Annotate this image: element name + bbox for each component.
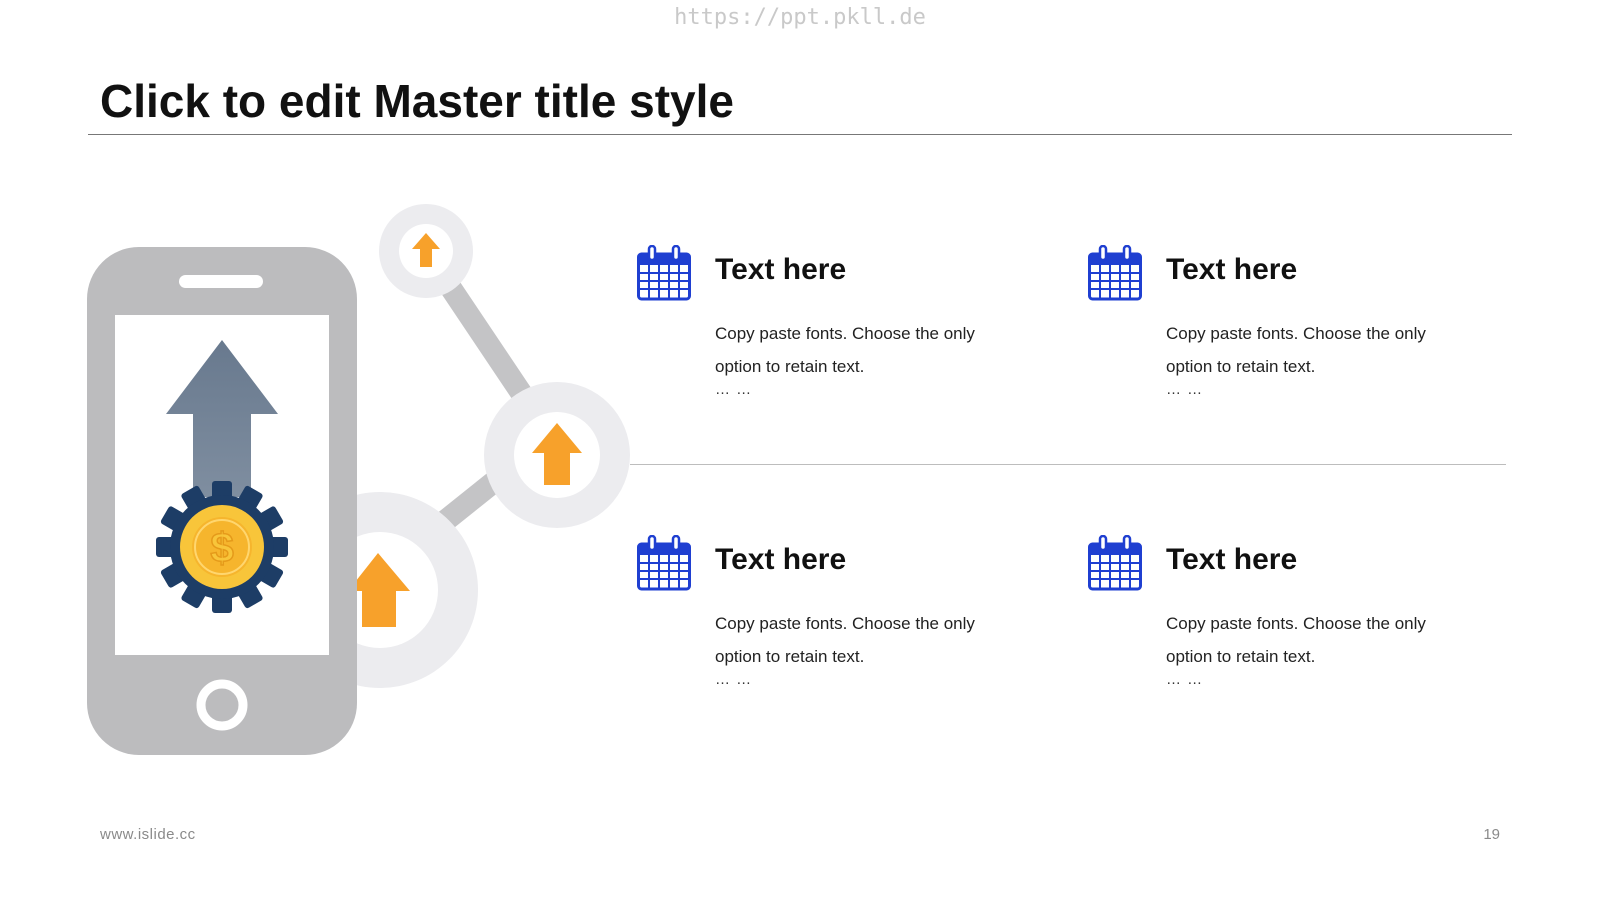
footer-website: www.islide.cc — [100, 826, 196, 843]
title-divider — [88, 134, 1512, 135]
item-ellipsis: … … — [715, 671, 753, 688]
text-item-3[interactable]: Text here Copy paste fonts. Choose the o… — [637, 535, 1037, 715]
calendar-icon — [637, 245, 691, 301]
item-ellipsis: … … — [1166, 671, 1204, 688]
item-body[interactable]: Copy paste fonts. Choose the only option… — [1166, 607, 1476, 673]
node-arrow-icon — [484, 382, 630, 528]
item-body[interactable]: Copy paste fonts. Choose the only option… — [715, 317, 1025, 383]
item-body[interactable]: Copy paste fonts. Choose the only option… — [1166, 317, 1476, 383]
item-heading[interactable]: Text here — [715, 253, 846, 287]
dollar-sign: $ — [210, 524, 233, 571]
illustration: $ — [87, 204, 630, 755]
slide-title[interactable]: Click to edit Master title style — [100, 74, 734, 128]
item-heading[interactable]: Text here — [1166, 253, 1297, 287]
item-heading[interactable]: Text here — [1166, 543, 1297, 577]
content-divider — [630, 464, 1506, 465]
calendar-icon — [1088, 245, 1142, 301]
calendar-icon — [1088, 535, 1142, 591]
text-item-2[interactable]: Text here Copy paste fonts. Choose the o… — [1088, 245, 1488, 425]
text-item-4[interactable]: Text here Copy paste fonts. Choose the o… — [1088, 535, 1488, 715]
item-heading[interactable]: Text here — [715, 543, 846, 577]
calendar-icon — [637, 535, 691, 591]
node-arrow-icon — [379, 204, 473, 298]
item-body[interactable]: Copy paste fonts. Choose the only option… — [715, 607, 1025, 673]
watermark: https://ppt.pkll.de — [674, 5, 926, 30]
item-ellipsis: … … — [1166, 381, 1204, 398]
text-item-1[interactable]: Text here Copy paste fonts. Choose the o… — [637, 245, 1037, 425]
page-number: 19 — [1483, 826, 1500, 843]
slide: https://ppt.pkll.de Click to edit Master… — [0, 0, 1600, 900]
item-ellipsis: … … — [715, 381, 753, 398]
